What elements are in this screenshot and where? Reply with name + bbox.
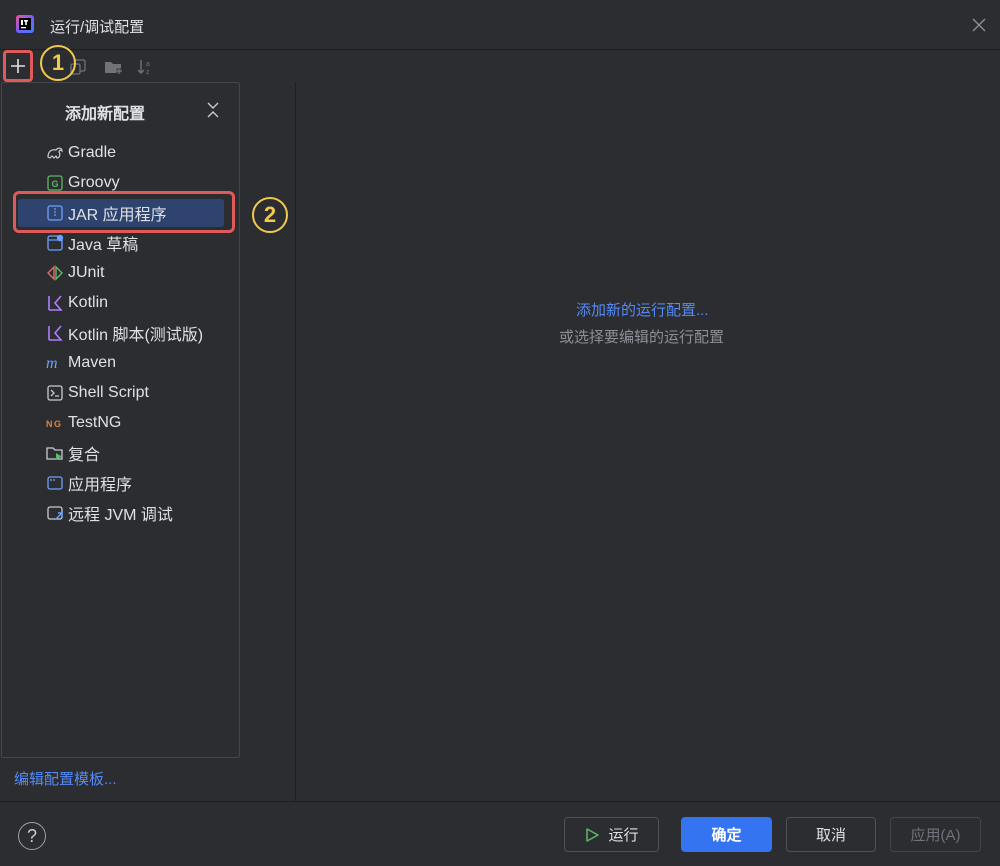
popup-item-groovy[interactable]: G Groovy (18, 169, 224, 197)
plus-icon (11, 59, 25, 73)
title-bar: 运行/调试配置 (0, 0, 1000, 50)
jar-app-icon (46, 204, 64, 222)
popup-item-jar-application[interactable]: JAR 应用程序 (18, 199, 224, 227)
apply-button[interactable]: 应用(A) (890, 817, 981, 852)
close-icon[interactable] (969, 15, 989, 35)
groovy-icon: G (46, 174, 64, 192)
cancel-button[interactable]: 取消 (786, 817, 876, 852)
annotation-step-1: 1 (40, 45, 76, 81)
popup-item-label: Maven (68, 354, 117, 371)
kotlin-icon (46, 294, 64, 312)
play-icon (586, 827, 600, 842)
popup-item-label: Kotlin (68, 294, 109, 311)
popup-item-label: 远程 JVM 调试 (68, 507, 173, 524)
add-new-run-config-link[interactable]: 添加新的运行配置... (576, 299, 709, 320)
add-configuration-popup: 添加新配置 Gradle G Groovy JAR 应用程序 Java 草稿 J… (1, 82, 240, 758)
popup-item-java-scratch[interactable]: Java 草稿 (18, 229, 224, 257)
sort-icon: a z (137, 60, 150, 76)
empty-state-hint: 或选择要编辑的运行配置 (559, 329, 725, 346)
remote-jvm-debug-icon (46, 504, 64, 522)
folder-config-button[interactable] (102, 55, 126, 79)
popup-item-testng[interactable]: NG TestNG (18, 409, 224, 437)
ok-button[interactable]: 确定 (681, 817, 772, 852)
popup-item-kotlin[interactable]: Kotlin (18, 289, 224, 317)
popup-item-remote-jvm-debug[interactable]: 远程 JVM 调试 (18, 499, 224, 527)
maven-icon: m (46, 354, 64, 372)
run-button-label: 运行 (608, 827, 639, 844)
new-folder-icon (105, 62, 122, 74)
popup-item-label: TestNG (68, 414, 122, 431)
window-title: 运行/调试配置 (50, 19, 145, 36)
kotlin-script-icon (46, 324, 64, 342)
intellij-icon (16, 15, 34, 33)
application-icon (46, 474, 64, 492)
svg-text:G: G (52, 179, 59, 189)
popup-item-gradle[interactable]: Gradle (18, 139, 224, 167)
svg-text:a: a (146, 61, 150, 68)
popup-item-label: JAR 应用程序 (68, 207, 167, 224)
popup-item-compound[interactable]: 复合 (18, 439, 224, 467)
shell-script-icon (46, 384, 64, 402)
svg-text:z: z (146, 69, 150, 76)
gradle-icon (46, 144, 64, 162)
popup-item-kotlin-script[interactable]: Kotlin 脚本(测试版) (18, 319, 224, 347)
help-icon[interactable]: ? (18, 822, 46, 850)
popup-item-label: Gradle (68, 144, 117, 161)
testng-icon: NG (46, 414, 64, 432)
popup-item-label: Kotlin 脚本(测试版) (68, 327, 204, 344)
edit-config-templates-link[interactable]: 编辑配置模板... (14, 768, 117, 789)
svg-text:N: N (46, 419, 53, 429)
java-scratch-icon (46, 234, 64, 252)
popup-title: 添加新配置 (65, 106, 146, 123)
popup-item-label: JUnit (68, 264, 105, 281)
compound-icon (46, 444, 64, 462)
run-button[interactable]: 运行 (564, 817, 659, 852)
add-config-button[interactable] (3, 50, 33, 82)
collapse-icon[interactable] (205, 101, 221, 119)
svg-text:m: m (46, 355, 58, 372)
popup-item-shell-script[interactable]: Shell Script (18, 379, 224, 407)
junit-icon (46, 264, 64, 282)
popup-item-label: 复合 (68, 447, 101, 464)
sort-config-button[interactable]: a z (134, 55, 158, 79)
popup-item-application[interactable]: 应用程序 (18, 469, 224, 497)
popup-item-label: 应用程序 (68, 477, 133, 494)
annotation-step-2: 2 (252, 197, 288, 233)
popup-item-label: Groovy (68, 174, 120, 191)
popup-item-junit[interactable]: JUnit (18, 259, 224, 287)
popup-item-label: Shell Script (68, 384, 149, 401)
dialog-footer: ? 运行 确定 取消 应用(A) (0, 801, 1000, 866)
svg-text:G: G (54, 419, 61, 429)
popup-item-maven[interactable]: m Maven (18, 349, 224, 377)
popup-item-label: Java 草稿 (68, 237, 139, 254)
